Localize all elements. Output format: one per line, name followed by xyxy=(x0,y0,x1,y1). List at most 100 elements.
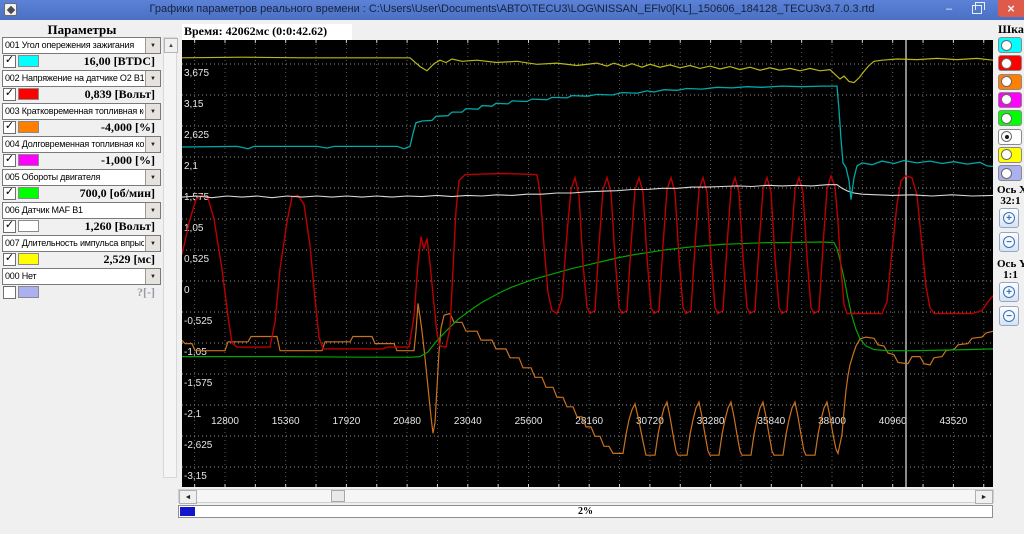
parameter-visible-checkbox[interactable]: ✓ xyxy=(3,54,16,68)
parameter-select-value: 003 Кратковременная топливная ко xyxy=(5,105,144,116)
parameter-color-swatch xyxy=(18,220,39,232)
zoom-in-icon: + xyxy=(1003,286,1015,298)
parameter-select[interactable]: 002 Напряжение на датчике O2 B1 S ▼ xyxy=(2,70,161,87)
chart-plot-area[interactable]: 3,675 3,15 2,625 2,1 1,575 1,05 0,525 0 -0,525 -1… xyxy=(181,40,994,487)
scrollbar-thumb[interactable] xyxy=(331,490,345,502)
scale-select-radio[interactable] xyxy=(998,110,1022,127)
parameter-value: 2,529 [мс] xyxy=(103,251,156,266)
parameters-scrollbar[interactable]: ▲ xyxy=(163,37,178,478)
parameter-select[interactable]: 003 Кратковременная топливная ко ▼ xyxy=(2,103,161,120)
window-title: Графики параметров реального времени : C… xyxy=(149,3,875,15)
parameter-select[interactable]: 005 Обороты двигателя ▼ xyxy=(2,169,161,186)
svg-text:-0,525: -0,525 xyxy=(184,316,213,327)
parameter-visible-checkbox[interactable]: ✓ xyxy=(3,252,16,266)
app-window: Графики параметров реального времени : C… xyxy=(0,0,1024,534)
scroll-left-button[interactable]: ◄ xyxy=(179,490,197,504)
parameter-select-value: 006 Датчик MAF B1 xyxy=(5,204,83,215)
parameter-select[interactable]: 006 Датчик MAF B1 ▼ xyxy=(2,202,161,219)
svg-text:-2,625: -2,625 xyxy=(184,440,213,451)
parameter-row: 000 Нет ▼ ?[-] xyxy=(2,268,161,301)
scroll-up-button[interactable]: ▲ xyxy=(164,38,178,53)
parameter-row: 001 Угол опережения зажигания ▼ ✓ 16,00 [BT… xyxy=(2,37,161,70)
chevron-down-icon[interactable]: ▼ xyxy=(145,170,160,185)
parameter-visible-checkbox[interactable] xyxy=(3,285,16,299)
chevron-down-icon[interactable]: ▼ xyxy=(145,71,160,86)
chevron-down-icon[interactable]: ▼ xyxy=(145,203,160,218)
scale-select-radio[interactable] xyxy=(998,128,1022,145)
trace-006 xyxy=(181,184,994,199)
parameter-select-value: 007 Длительность импульса впрыс xyxy=(5,237,144,248)
svg-text:28160: 28160 xyxy=(575,416,603,427)
svg-text:-1,575: -1,575 xyxy=(184,378,213,389)
zoom-out-icon: − xyxy=(1003,236,1015,248)
parameter-value: 16,00 [BTDC] xyxy=(83,53,155,68)
parameter-select[interactable]: 001 Угол опережения зажигания ▼ xyxy=(2,37,161,54)
parameter-select[interactable]: 004 Долговременная топливная кор ▼ xyxy=(2,136,161,153)
scale-select-radio[interactable] xyxy=(998,37,1022,53)
parameter-row: 003 Кратковременная топливная ко ▼ ✓ -4,000… xyxy=(2,103,161,136)
svg-text:0,525: 0,525 xyxy=(184,254,209,265)
scale-panel: Шкал Ось X 32:1 + − Ось Y 1:1 + − xyxy=(997,20,1024,534)
scale-select-radio[interactable] xyxy=(998,55,1022,72)
svg-text:-3,15: -3,15 xyxy=(184,471,207,482)
restore-button[interactable] xyxy=(966,0,988,17)
scale-select-radio[interactable] xyxy=(998,91,1022,108)
parameter-color-swatch xyxy=(18,286,39,298)
parameter-visible-checkbox[interactable]: ✓ xyxy=(3,87,16,101)
x-zoom-in-button[interactable]: + xyxy=(999,208,1019,228)
parameter-visible-checkbox[interactable]: ✓ xyxy=(3,153,16,167)
y-zoom-out-button[interactable]: − xyxy=(999,306,1019,326)
parameter-color-swatch xyxy=(18,154,39,166)
y-axis-zoom-ratio: 1:1 xyxy=(1003,269,1018,281)
title-bar[interactable]: Графики параметров реального времени : C… xyxy=(0,0,1024,20)
chevron-down-icon[interactable]: ▼ xyxy=(145,269,160,284)
svg-text:20480: 20480 xyxy=(393,416,421,427)
parameter-select-value: 002 Напряжение на датчике O2 B1 S xyxy=(5,72,144,83)
parameter-select[interactable]: 000 Нет ▼ xyxy=(2,268,161,285)
radio-icon xyxy=(1001,39,1012,51)
parameter-color-swatch xyxy=(18,121,39,133)
scroll-right-button[interactable]: ► xyxy=(975,490,993,504)
svg-text:-2,1: -2,1 xyxy=(184,409,202,420)
parameter-color-swatch xyxy=(18,88,39,100)
trace-005 xyxy=(182,241,994,358)
parameter-select[interactable]: 007 Длительность импульса впрыс ▼ xyxy=(2,235,161,252)
scale-select-radio[interactable] xyxy=(998,146,1022,163)
zoom-out-icon: − xyxy=(1003,310,1015,322)
restore-icon xyxy=(972,1,985,14)
trace-007 xyxy=(181,56,994,84)
parameter-visible-checkbox[interactable]: ✓ xyxy=(3,120,16,134)
trace-001 xyxy=(181,85,994,200)
radio-icon xyxy=(1001,167,1012,179)
svg-text:2,625: 2,625 xyxy=(184,130,209,141)
chevron-down-icon[interactable]: ▼ xyxy=(145,38,160,53)
y-zoom-in-button[interactable]: + xyxy=(999,282,1019,302)
parameters-header: Параметры xyxy=(47,22,117,37)
minimize-icon: – xyxy=(945,2,953,15)
svg-text:2,1: 2,1 xyxy=(184,161,198,172)
parameter-visible-checkbox[interactable]: ✓ xyxy=(3,219,16,233)
scale-select-radio[interactable] xyxy=(998,165,1022,182)
trace-002 xyxy=(181,172,994,350)
parameter-visible-checkbox[interactable]: ✓ xyxy=(3,186,16,200)
parameter-select-value: 004 Долговременная топливная кор xyxy=(5,138,144,149)
svg-text:40960: 40960 xyxy=(879,416,907,427)
close-button[interactable]: × xyxy=(998,0,1024,17)
close-icon: × xyxy=(1007,1,1015,16)
svg-text:33280: 33280 xyxy=(697,416,725,427)
chevron-down-icon[interactable]: ▼ xyxy=(145,236,160,251)
chart-h-scrollbar[interactable]: ◄ ► xyxy=(178,489,994,504)
x-axis-zoom-ratio: 32:1 xyxy=(1000,195,1021,207)
playback-progress-bar: 2% xyxy=(178,505,993,518)
svg-text:17920: 17920 xyxy=(332,416,360,427)
x-zoom-out-button[interactable]: − xyxy=(999,232,1019,252)
chevron-down-icon[interactable]: ▼ xyxy=(145,104,160,119)
scroll-left-icon: ◄ xyxy=(184,493,192,501)
parameter-select-value: 005 Обороты двигателя xyxy=(5,171,101,182)
svg-text:12800: 12800 xyxy=(211,416,239,427)
parameter-select-value: 000 Нет xyxy=(5,270,37,281)
svg-text:3,15: 3,15 xyxy=(184,99,204,110)
chevron-down-icon[interactable]: ▼ xyxy=(145,137,160,152)
scale-select-radio[interactable] xyxy=(998,73,1022,90)
minimize-button[interactable]: – xyxy=(938,0,960,17)
